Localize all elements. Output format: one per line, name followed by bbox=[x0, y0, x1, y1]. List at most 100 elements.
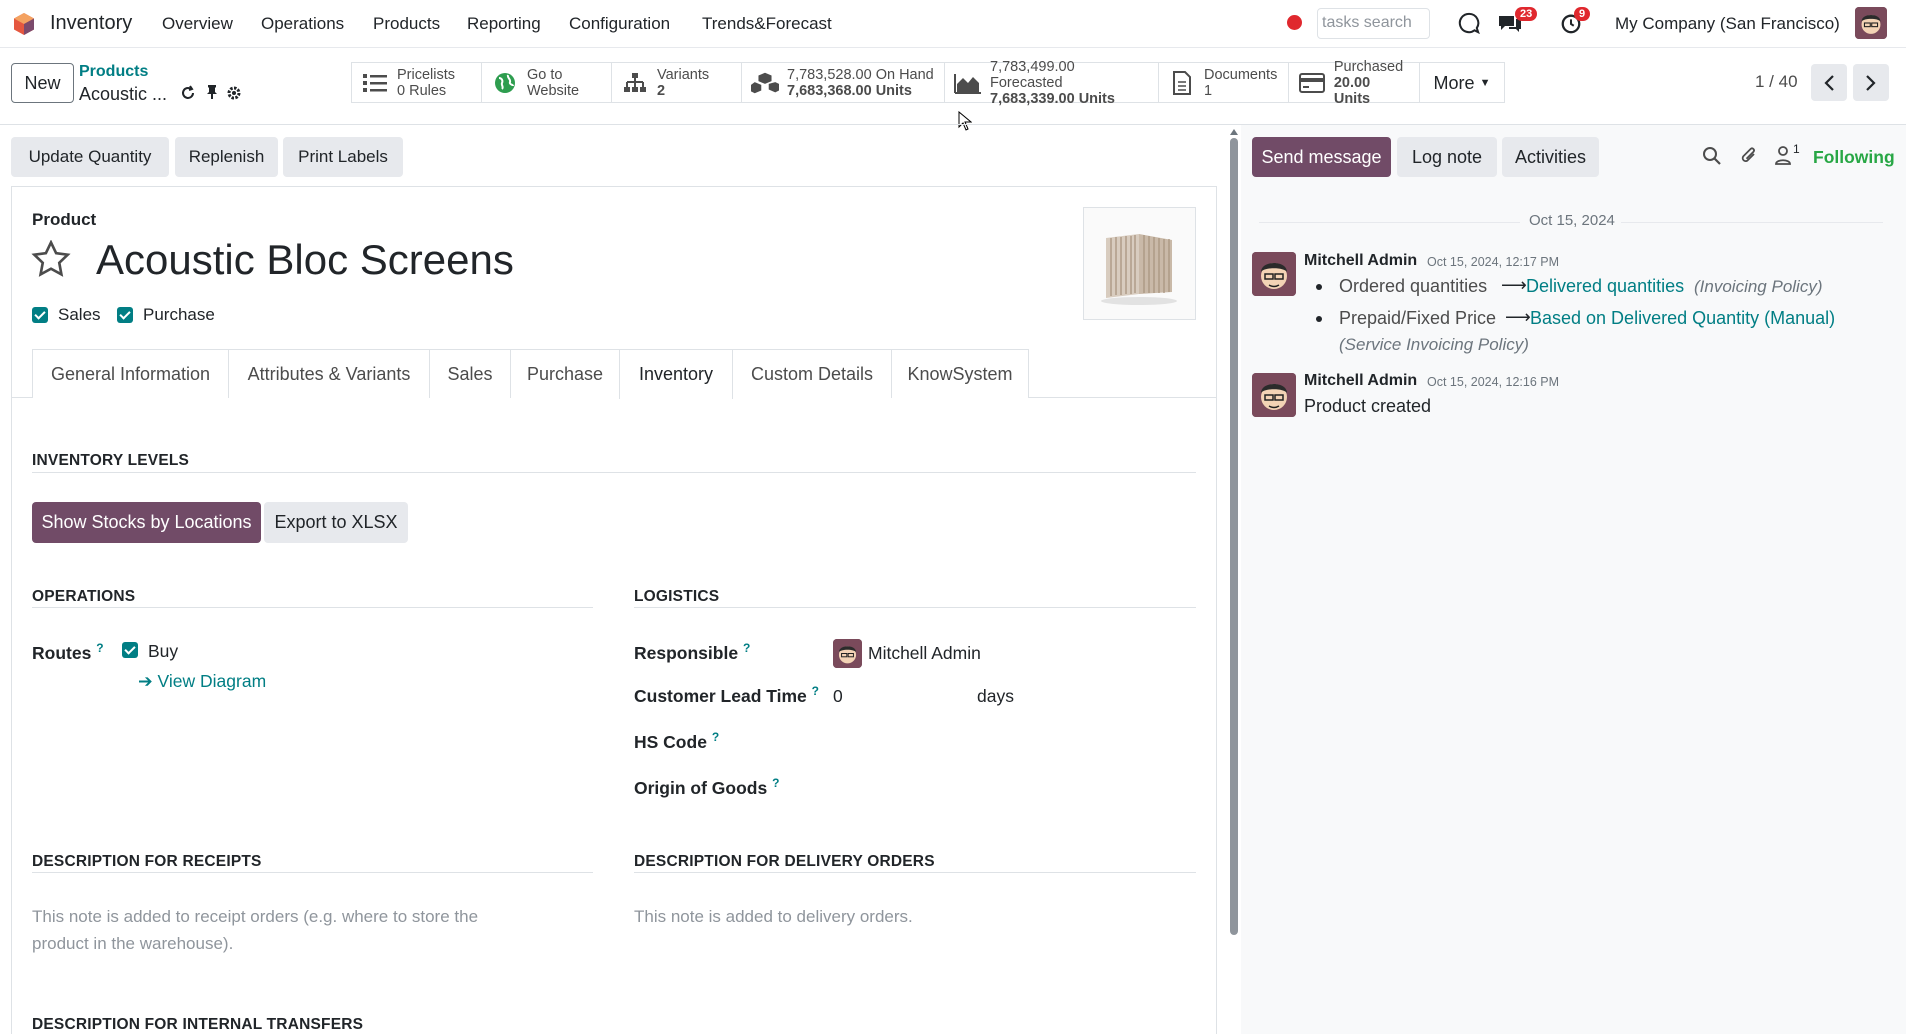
pager-next-button[interactable] bbox=[1853, 64, 1889, 101]
globe-icon bbox=[491, 72, 519, 94]
file-icon bbox=[1168, 70, 1196, 95]
breadcrumb-current: Acoustic ... bbox=[79, 84, 168, 104]
breadcrumb-products[interactable]: Products bbox=[79, 63, 148, 81]
discuss-icon[interactable] bbox=[1458, 12, 1480, 34]
message-author[interactable]: Mitchell Admin bbox=[1304, 252, 1417, 270]
message-author[interactable]: Mitchell Admin bbox=[1304, 372, 1417, 390]
purchase-checkbox[interactable] bbox=[117, 307, 133, 323]
logistics-heading: LOGISTICS bbox=[634, 588, 720, 605]
tab-custom-details[interactable]: Custom Details bbox=[732, 349, 892, 398]
responsible-help-icon[interactable]: ? bbox=[743, 641, 750, 655]
mouse-cursor-icon bbox=[958, 111, 972, 131]
activity-badge: 9 bbox=[1574, 7, 1591, 21]
view-diagram-link[interactable]: ➔ View Diagram bbox=[138, 671, 266, 692]
smart-on-hand-value: 7,683,368.00 Units bbox=[787, 82, 912, 99]
desc-receipts-textarea[interactable]: This note is added to receipt orders (e.… bbox=[32, 903, 512, 957]
sales-checkbox-label: Sales bbox=[58, 305, 101, 324]
smart-button-on-hand[interactable]: 7,783,528.00 On Hand 7,683,368.00 Units bbox=[742, 63, 945, 102]
new-button[interactable]: New bbox=[11, 63, 74, 103]
desc-delivery-textarea[interactable]: This note is added to delivery orders. bbox=[634, 903, 1194, 930]
route-buy-checkbox[interactable] bbox=[122, 642, 138, 658]
favorite-star-icon[interactable] bbox=[31, 240, 71, 278]
smart-forecasted-value: 7,683,339.00 Units bbox=[990, 90, 1115, 107]
hs-code-input[interactable] bbox=[833, 725, 1193, 755]
date-separator-line bbox=[1259, 222, 1520, 223]
origin-of-goods-input[interactable] bbox=[833, 771, 1193, 801]
form-scrollbar[interactable] bbox=[1230, 138, 1238, 935]
recording-indicator-icon[interactable] bbox=[1287, 15, 1302, 30]
tab-knowsystem[interactable]: KnowSystem bbox=[891, 349, 1029, 398]
hs-code-help-icon[interactable]: ? bbox=[712, 730, 719, 744]
scroll-up-arrow-icon[interactable] bbox=[1229, 128, 1239, 136]
message-author-avatar[interactable] bbox=[1252, 373, 1296, 417]
log-note-button[interactable]: Log note bbox=[1397, 137, 1497, 177]
responsible-field[interactable]: Mitchell Admin bbox=[868, 643, 981, 664]
smart-button-variants[interactable]: Variants 2 bbox=[612, 63, 742, 102]
tasks-search-input[interactable]: tasks search bbox=[1317, 8, 1430, 39]
search-icon[interactable] bbox=[1702, 146, 1722, 166]
pin-icon[interactable] bbox=[205, 84, 219, 100]
company-switcher[interactable]: My Company (San Francisco) bbox=[1615, 14, 1840, 34]
purchase-checkbox-label: Purchase bbox=[143, 305, 215, 324]
sales-checkbox[interactable] bbox=[32, 307, 48, 323]
send-message-button[interactable]: Send message bbox=[1252, 137, 1391, 177]
show-stocks-by-locations-button[interactable]: Show Stocks by Locations bbox=[32, 502, 261, 543]
menu-trends-forecast[interactable]: Trends&Forecast bbox=[702, 14, 832, 34]
message-author-avatar[interactable] bbox=[1252, 252, 1296, 296]
routes-help-icon[interactable]: ? bbox=[96, 641, 103, 655]
smart-button-pricelists[interactable]: Pricelists 0 Rules bbox=[352, 63, 482, 102]
more-dropdown[interactable]: More ▼ bbox=[1420, 63, 1504, 102]
pager-value[interactable]: 1 / 40 bbox=[1755, 72, 1798, 92]
discard-sync-icon[interactable] bbox=[180, 85, 196, 101]
responsible-avatar bbox=[833, 639, 862, 668]
desc-delivery-heading: DESCRIPTION FOR DELIVERY ORDERS bbox=[634, 853, 935, 870]
chevron-right-icon bbox=[1866, 74, 1876, 91]
tab-inventory[interactable]: Inventory bbox=[619, 349, 733, 399]
pager-previous-button[interactable] bbox=[1811, 64, 1847, 101]
menu-reporting[interactable]: Reporting bbox=[467, 14, 541, 34]
followers-user-icon[interactable] bbox=[1774, 145, 1792, 165]
smart-button-purchased[interactable]: Purchased 20.00 Units bbox=[1289, 59, 1420, 107]
tab-attributes-variants[interactable]: Attributes & Variants bbox=[228, 349, 430, 398]
smart-variants-label: Variants bbox=[657, 66, 710, 83]
gear-icon[interactable] bbox=[226, 85, 242, 101]
app-name[interactable]: Inventory bbox=[50, 12, 132, 35]
bullet bbox=[1316, 284, 1322, 290]
tracking-new-value: Delivered quantities bbox=[1526, 276, 1685, 296]
menu-operations[interactable]: Operations bbox=[261, 14, 344, 34]
origin-help-icon[interactable]: ? bbox=[772, 776, 779, 790]
lead-time-help-icon[interactable]: ? bbox=[812, 684, 819, 698]
product-name-field[interactable]: Acoustic Bloc Screens bbox=[96, 236, 514, 284]
smart-documents-label: Documents bbox=[1204, 66, 1278, 83]
customer-lead-time-label-text: Customer Lead Time bbox=[634, 685, 807, 706]
print-labels-button[interactable]: Print Labels bbox=[283, 137, 403, 177]
customer-lead-time-input[interactable]: 0 bbox=[833, 686, 843, 707]
replenish-button[interactable]: Replenish bbox=[175, 137, 278, 177]
export-xlsx-button[interactable]: Export to XLSX bbox=[264, 502, 408, 543]
desc-receipts-heading: DESCRIPTION FOR RECEIPTS bbox=[32, 853, 262, 870]
app-logo-icon[interactable] bbox=[12, 12, 36, 36]
menu-configuration[interactable]: Configuration bbox=[569, 14, 670, 34]
smart-purchased-label: Purchased bbox=[1333, 58, 1404, 75]
tab-sales[interactable]: Sales bbox=[429, 349, 511, 398]
following-button[interactable]: Following bbox=[1813, 147, 1895, 168]
product-image[interactable] bbox=[1083, 207, 1196, 320]
activities-button[interactable]: Activities bbox=[1502, 137, 1599, 177]
smart-button-website[interactable]: Go to Website bbox=[482, 63, 612, 102]
message-date: Oct 15, 2024, 12:17 PM bbox=[1427, 255, 1560, 269]
paperclip-icon[interactable] bbox=[1739, 145, 1759, 167]
menu-products[interactable]: Products bbox=[373, 14, 440, 34]
user-avatar[interactable] bbox=[1855, 7, 1887, 39]
responsible-label: Responsible ? bbox=[634, 641, 750, 664]
date-separator: Oct 15, 2024 bbox=[1529, 212, 1615, 229]
smart-button-forecasted[interactable]: 7,783,499.00 Forecasted 7,683,339.00 Unit… bbox=[945, 59, 1159, 107]
smart-website-value: Website bbox=[527, 82, 580, 99]
update-quantity-button[interactable]: Update Quantity bbox=[11, 137, 169, 177]
section-divider bbox=[634, 607, 1196, 608]
menu-overview[interactable]: Overview bbox=[162, 14, 233, 34]
tab-purchase[interactable]: Purchase bbox=[510, 349, 620, 398]
tab-general-information[interactable]: General Information bbox=[32, 349, 229, 398]
message-date: Oct 15, 2024, 12:16 PM bbox=[1427, 375, 1560, 389]
view-diagram-text: View Diagram bbox=[157, 671, 267, 691]
smart-button-documents[interactable]: Documents 1 bbox=[1159, 63, 1289, 102]
